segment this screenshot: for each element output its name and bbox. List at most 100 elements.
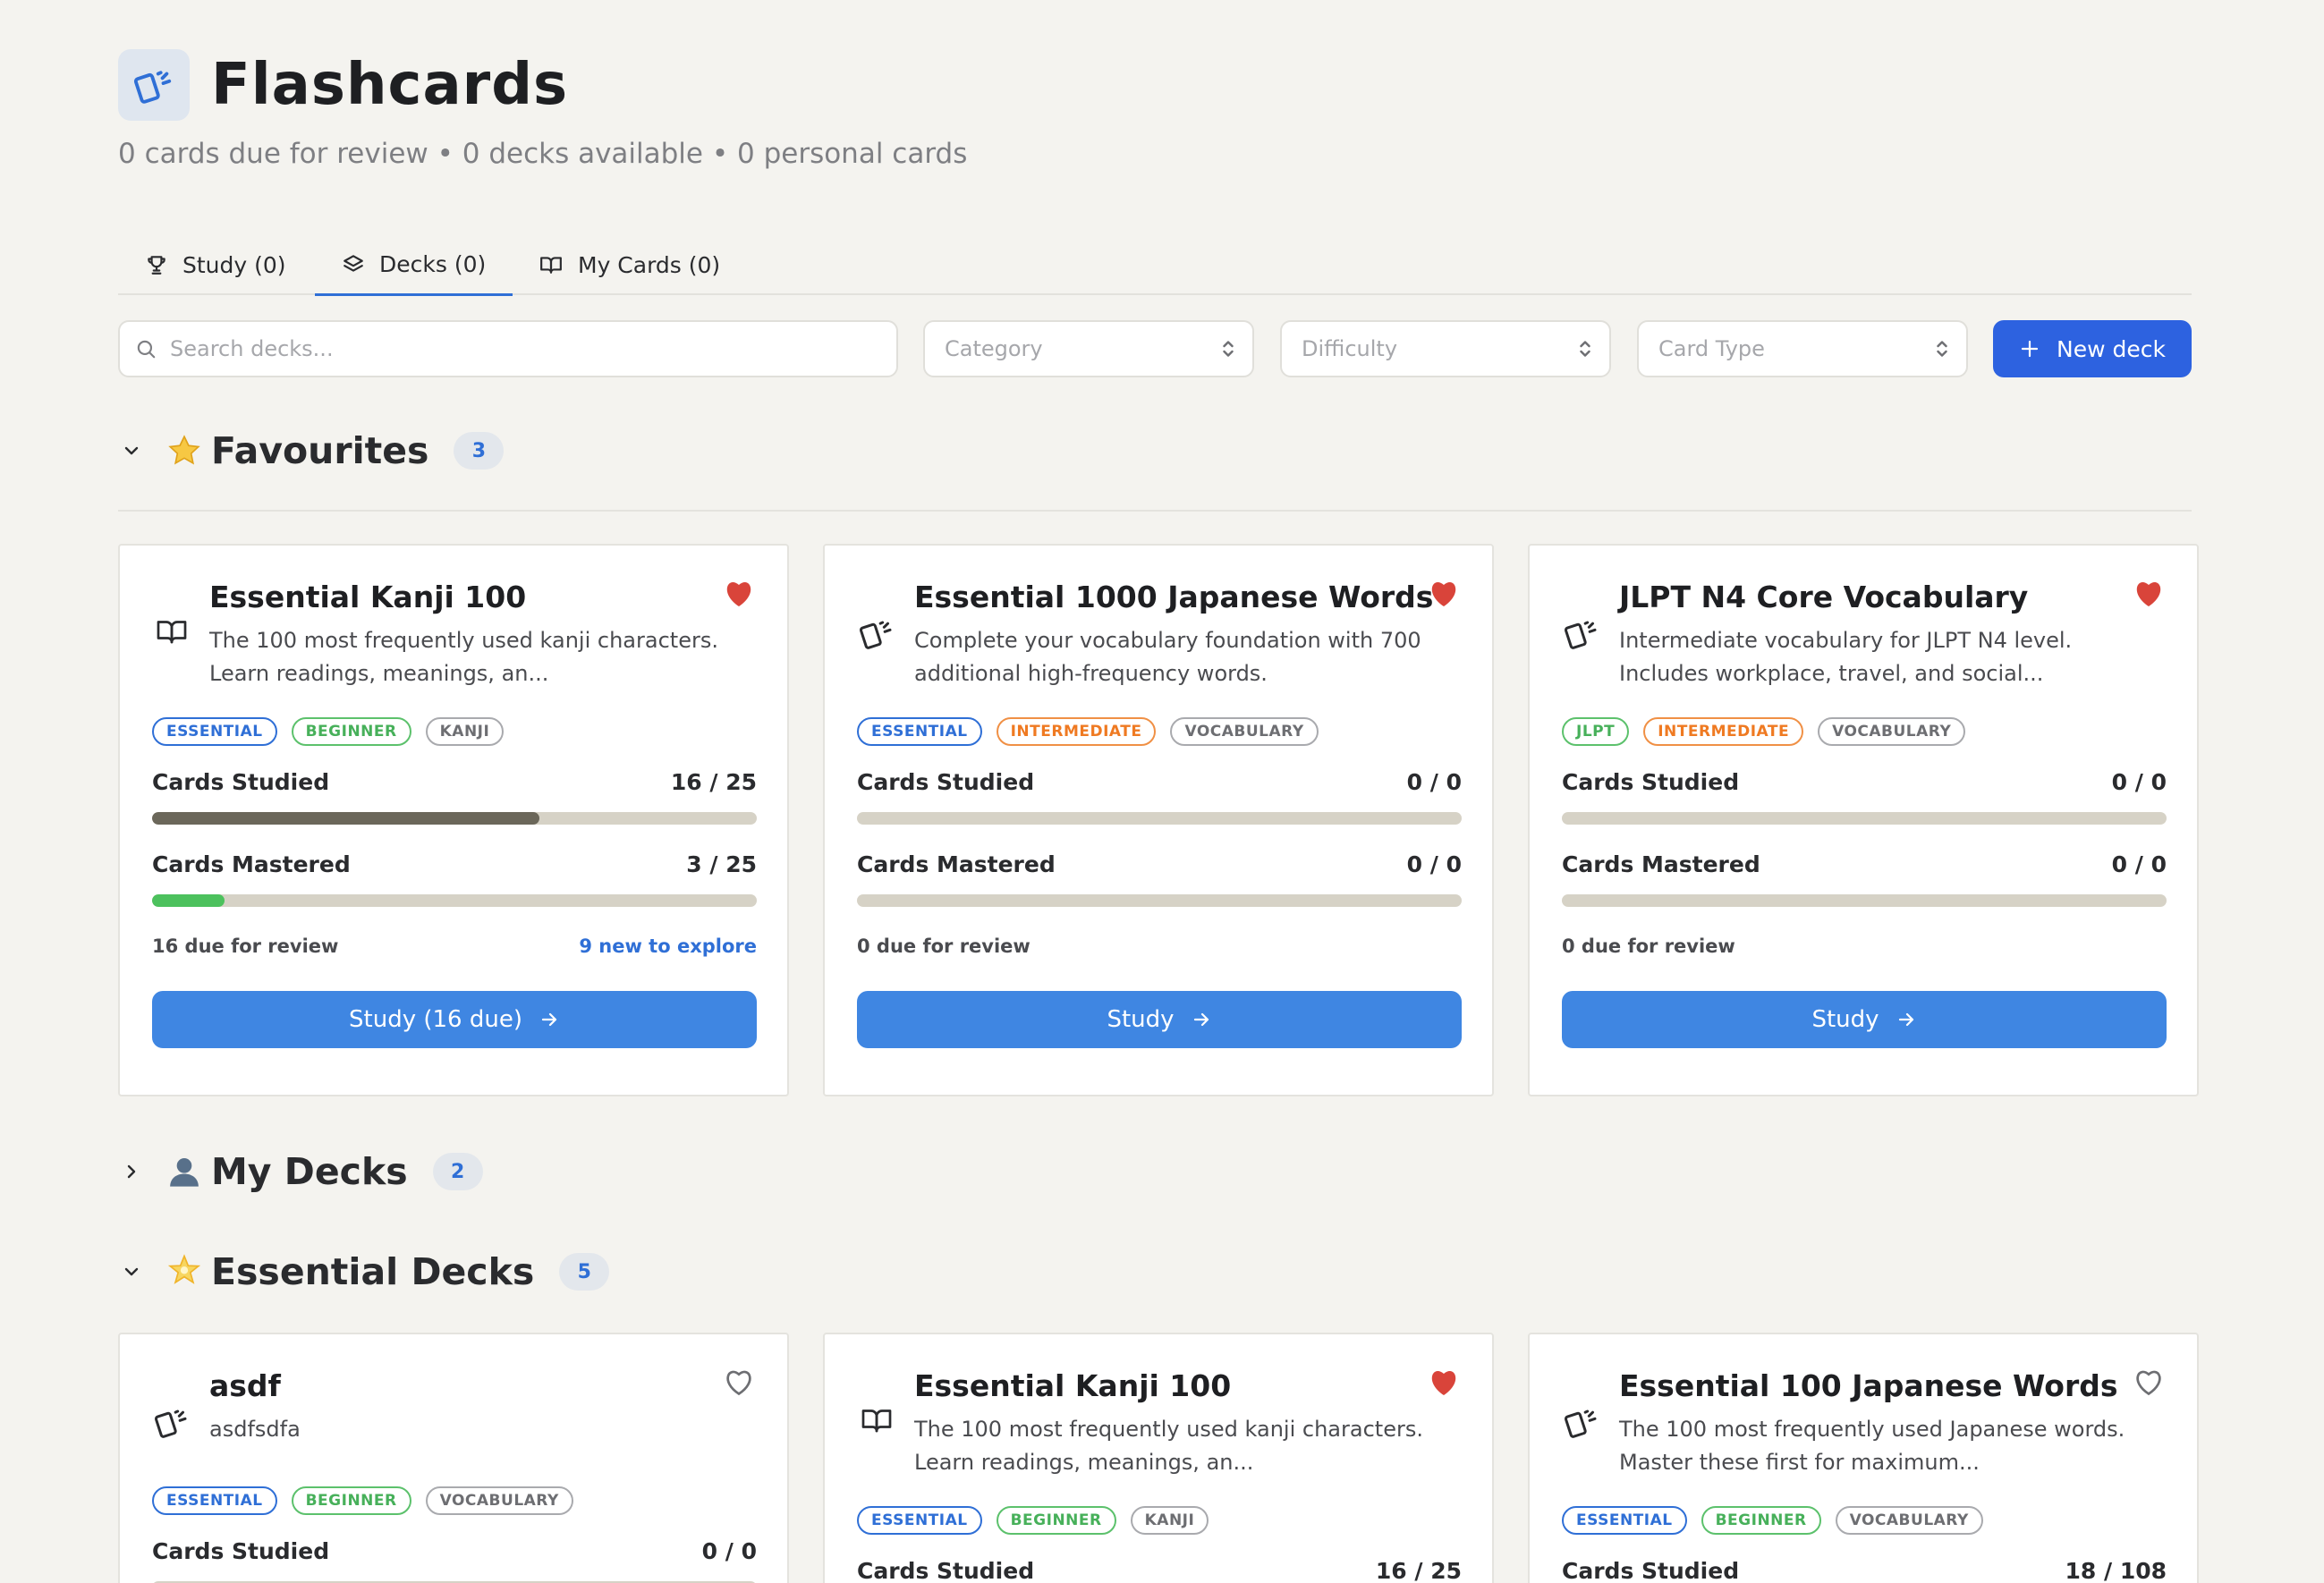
due-for-review-text: 0 due for review bbox=[1562, 935, 1735, 957]
tab-label: My Cards (0) bbox=[578, 251, 721, 278]
study-button[interactable]: Study bbox=[857, 991, 1462, 1048]
deck-tag: BEGINNER bbox=[996, 1506, 1116, 1535]
deck-tag: KANJI bbox=[425, 717, 505, 746]
deck-tag: ESSENTIAL bbox=[857, 717, 982, 746]
due-for-review-text: 0 due for review bbox=[857, 935, 1031, 957]
trophy-icon bbox=[145, 253, 168, 276]
deck-tag: VOCABULARY bbox=[425, 1486, 573, 1515]
cards-studied-row: Cards Studied 16 / 25 bbox=[857, 1558, 1462, 1583]
deck-tag: INTERMEDIATE bbox=[1643, 717, 1804, 746]
difficulty-select[interactable]: Difficulty bbox=[1280, 320, 1611, 377]
deck-title: asdf bbox=[209, 1368, 281, 1403]
cards-icon bbox=[859, 615, 895, 655]
cards-studied-value: 16 / 25 bbox=[1375, 1558, 1462, 1583]
deck-tag: BEGINNER bbox=[291, 717, 411, 746]
section-header-favourites[interactable]: Favourites 3 bbox=[118, 424, 505, 478]
section-count-badge: 3 bbox=[454, 432, 505, 470]
cards-studied-row: Cards Studied 18 / 108 bbox=[1562, 1558, 2167, 1583]
heart-outline-icon[interactable] bbox=[2133, 1367, 2165, 1401]
study-button[interactable]: Study bbox=[1562, 991, 2167, 1048]
tab-bar: Study (0) Decks (0) My Cards (0) bbox=[118, 234, 2192, 296]
deck-title: JLPT N4 Core Vocabulary bbox=[1619, 580, 2029, 614]
cards-mastered-label: Cards Mastered bbox=[152, 851, 351, 877]
deck-card[interactable]: JLPT N4 Core Vocabulary Intermediate voca… bbox=[1528, 544, 2199, 1096]
tab-my-cards[interactable]: My Cards (0) bbox=[512, 234, 747, 295]
cards-mastered-value: 3 / 25 bbox=[686, 851, 757, 877]
heart-filled-icon[interactable] bbox=[1428, 1367, 1460, 1401]
deck-tag: JLPT bbox=[1562, 717, 1630, 746]
deck-tag: BEGINNER bbox=[291, 1486, 411, 1515]
new-to-explore-link[interactable]: 9 new to explore bbox=[579, 935, 757, 957]
cards-mastered-progress-fill bbox=[152, 894, 225, 907]
deck-title: Essential Kanji 100 bbox=[914, 1368, 1232, 1403]
deck-tags: ESSENTIAL BEGINNER VOCABULARY bbox=[1562, 1506, 1997, 1535]
deck-tags: ESSENTIAL INTERMEDIATE VOCABULARY bbox=[857, 717, 1333, 746]
chevron-up-down-icon bbox=[1934, 338, 1950, 360]
chevron-right-icon[interactable] bbox=[118, 1161, 145, 1182]
deck-description: The 100 most frequently used kanji chara… bbox=[209, 628, 718, 686]
cards-mastered-value: 0 / 0 bbox=[1406, 851, 1462, 877]
cards-studied-row: Cards Studied 0 / 0 bbox=[152, 1538, 757, 1564]
section-count-badge: 2 bbox=[432, 1153, 483, 1190]
deck-card[interactable]: Essential Kanji 100 The 100 most frequent… bbox=[823, 1333, 1494, 1583]
cards-studied-row: Cards Studied 16 / 25 bbox=[152, 769, 757, 795]
cards-studied-label: Cards Studied bbox=[152, 1538, 330, 1564]
cards-studied-value: 16 / 25 bbox=[670, 769, 757, 795]
arrow-right-icon bbox=[1896, 1009, 1917, 1030]
book-icon bbox=[154, 615, 190, 651]
section-header-my-decks[interactable]: My Decks 2 bbox=[118, 1145, 483, 1198]
star-icon bbox=[166, 433, 202, 469]
cards-studied-progress bbox=[1562, 812, 2167, 825]
cards-mastered-row: Cards Mastered 0 / 0 bbox=[857, 851, 1462, 877]
chevron-down-icon[interactable] bbox=[118, 440, 145, 461]
heart-outline-icon[interactable] bbox=[723, 1367, 755, 1401]
deck-tag: KANJI bbox=[1130, 1506, 1209, 1535]
chevron-down-icon[interactable] bbox=[118, 1261, 145, 1282]
arrow-right-icon bbox=[539, 1009, 560, 1030]
section-title: Favourites bbox=[211, 429, 429, 472]
deck-tag: ESSENTIAL bbox=[1562, 1506, 1687, 1535]
deck-tags: JLPT INTERMEDIATE VOCABULARY bbox=[1562, 717, 1980, 746]
search-box[interactable] bbox=[118, 320, 898, 377]
deck-card[interactable]: Essential Kanji 100 The 100 most frequent… bbox=[118, 544, 789, 1096]
deck-card[interactable]: Essential 1000 Japanese Words Complete yo… bbox=[823, 544, 1494, 1096]
layers-icon bbox=[342, 252, 365, 275]
tab-decks[interactable]: Decks (0) bbox=[315, 234, 513, 296]
difficulty-select-label: Difficulty bbox=[1302, 336, 1398, 361]
cards-studied-label: Cards Studied bbox=[857, 1558, 1035, 1583]
cards-mastered-progress bbox=[152, 894, 757, 907]
section-count-badge: 5 bbox=[559, 1253, 610, 1291]
study-button-label: Study bbox=[1107, 1006, 1175, 1033]
deck-card[interactable]: asdf asdfsdfa ESSENTIAL BEGINNER VOCABULARY C… bbox=[118, 1333, 789, 1583]
cards-studied-value: 0 / 0 bbox=[701, 1538, 757, 1564]
cards-studied-value: 0 / 0 bbox=[1406, 769, 1462, 795]
deck-tags: ESSENTIAL BEGINNER KANJI bbox=[857, 1506, 1223, 1535]
glowing-star-icon bbox=[166, 1254, 202, 1290]
category-select[interactable]: Category bbox=[923, 320, 1254, 377]
heart-filled-icon[interactable] bbox=[723, 578, 755, 612]
cards-studied-progress bbox=[857, 812, 1462, 825]
page-title: Flashcards bbox=[211, 52, 569, 118]
deck-tag: INTERMEDIATE bbox=[996, 717, 1157, 746]
new-deck-button[interactable]: New deck bbox=[1993, 320, 2192, 377]
study-button[interactable]: Study (16 due) bbox=[152, 991, 757, 1048]
cards-studied-progress-fill bbox=[152, 812, 539, 825]
tab-label: Decks (0) bbox=[379, 250, 487, 277]
deck-description: asdfsdfa bbox=[209, 1417, 301, 1442]
cards-mastered-value: 0 / 0 bbox=[2111, 851, 2167, 877]
plus-icon bbox=[2019, 338, 2040, 360]
tab-study[interactable]: Study (0) bbox=[118, 234, 313, 295]
section-title: Essential Decks bbox=[211, 1250, 535, 1293]
heart-filled-icon[interactable] bbox=[2133, 578, 2165, 612]
deck-tags: ESSENTIAL BEGINNER KANJI bbox=[152, 717, 518, 746]
review-status-row: 0 due for review bbox=[1562, 935, 2167, 957]
due-for-review-text: 16 due for review bbox=[152, 935, 339, 957]
section-header-essential-decks[interactable]: Essential Decks 5 bbox=[118, 1245, 610, 1299]
deck-card[interactable]: Essential 100 Japanese Words The 100 most… bbox=[1528, 1333, 2199, 1583]
search-input[interactable] bbox=[170, 336, 868, 361]
deck-tag: ESSENTIAL bbox=[152, 717, 277, 746]
card-type-select[interactable]: Card Type bbox=[1637, 320, 1968, 377]
deck-tag: ESSENTIAL bbox=[857, 1506, 982, 1535]
deck-tag: VOCABULARY bbox=[1170, 717, 1319, 746]
deck-description: Complete your vocabulary foundation with… bbox=[914, 628, 1421, 686]
